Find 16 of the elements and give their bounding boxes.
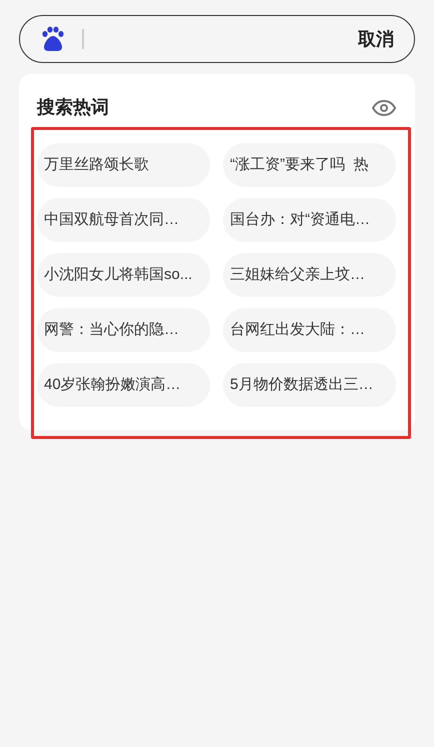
hot-search-chip[interactable]: 三姐妹给父亲上坟…	[223, 253, 396, 297]
search-field[interactable]: 取消	[19, 15, 415, 63]
hot-search-chip[interactable]: 40岁张翰扮嫩演高…	[37, 363, 210, 407]
hot-search-chip[interactable]: 台网红出发大陆：…	[223, 308, 396, 352]
cancel-button[interactable]: 取消	[358, 26, 394, 52]
text-cursor	[82, 29, 84, 49]
hot-search-chip[interactable]: 5月物价数据透出三…	[223, 363, 396, 407]
hot-search-chip[interactable]: “涨工资”要来了吗 热	[223, 143, 396, 187]
section-title: 搜索热词	[37, 96, 109, 119]
hot-search-chip[interactable]: 国台办：对“资通电…	[223, 198, 396, 242]
hot-search-chip[interactable]: 万里丝路颂长歌	[37, 143, 210, 187]
hot-search-chip[interactable]: 小沈阳女儿将韩国so...	[37, 253, 210, 297]
hot-search-chip[interactable]: 中国双航母首次同…	[37, 198, 210, 242]
eye-icon[interactable]	[372, 100, 396, 116]
paw-logo-icon	[40, 26, 66, 52]
hot-search-chip[interactable]: 网警：当心你的隐…	[37, 308, 210, 352]
